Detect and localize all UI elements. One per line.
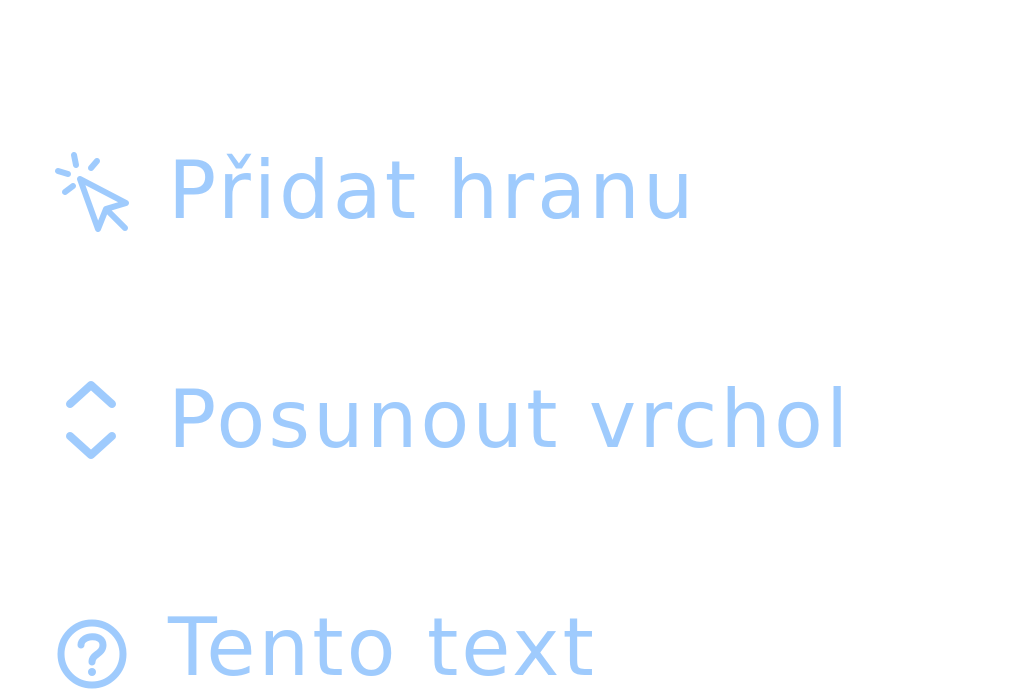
menu-item-help[interactable]: Tento text [0, 596, 1019, 693]
help-circle-icon [50, 610, 134, 693]
menu-item-move-vertex[interactable]: Posunout vrchol [0, 366, 1019, 476]
menu-item-label: Posunout vrchol [168, 373, 852, 466]
menu-item-label: Přidat hranu [168, 144, 697, 237]
menu-item-label: Tento text [168, 601, 597, 693]
menu-item-add-edge[interactable]: Přidat hranu [0, 137, 1019, 247]
chevron-up-down-icon [50, 378, 134, 462]
tool-menu: Přidat hranu Posunout vrchol Tento text [0, 0, 1019, 693]
cursor-click-icon [50, 149, 134, 233]
